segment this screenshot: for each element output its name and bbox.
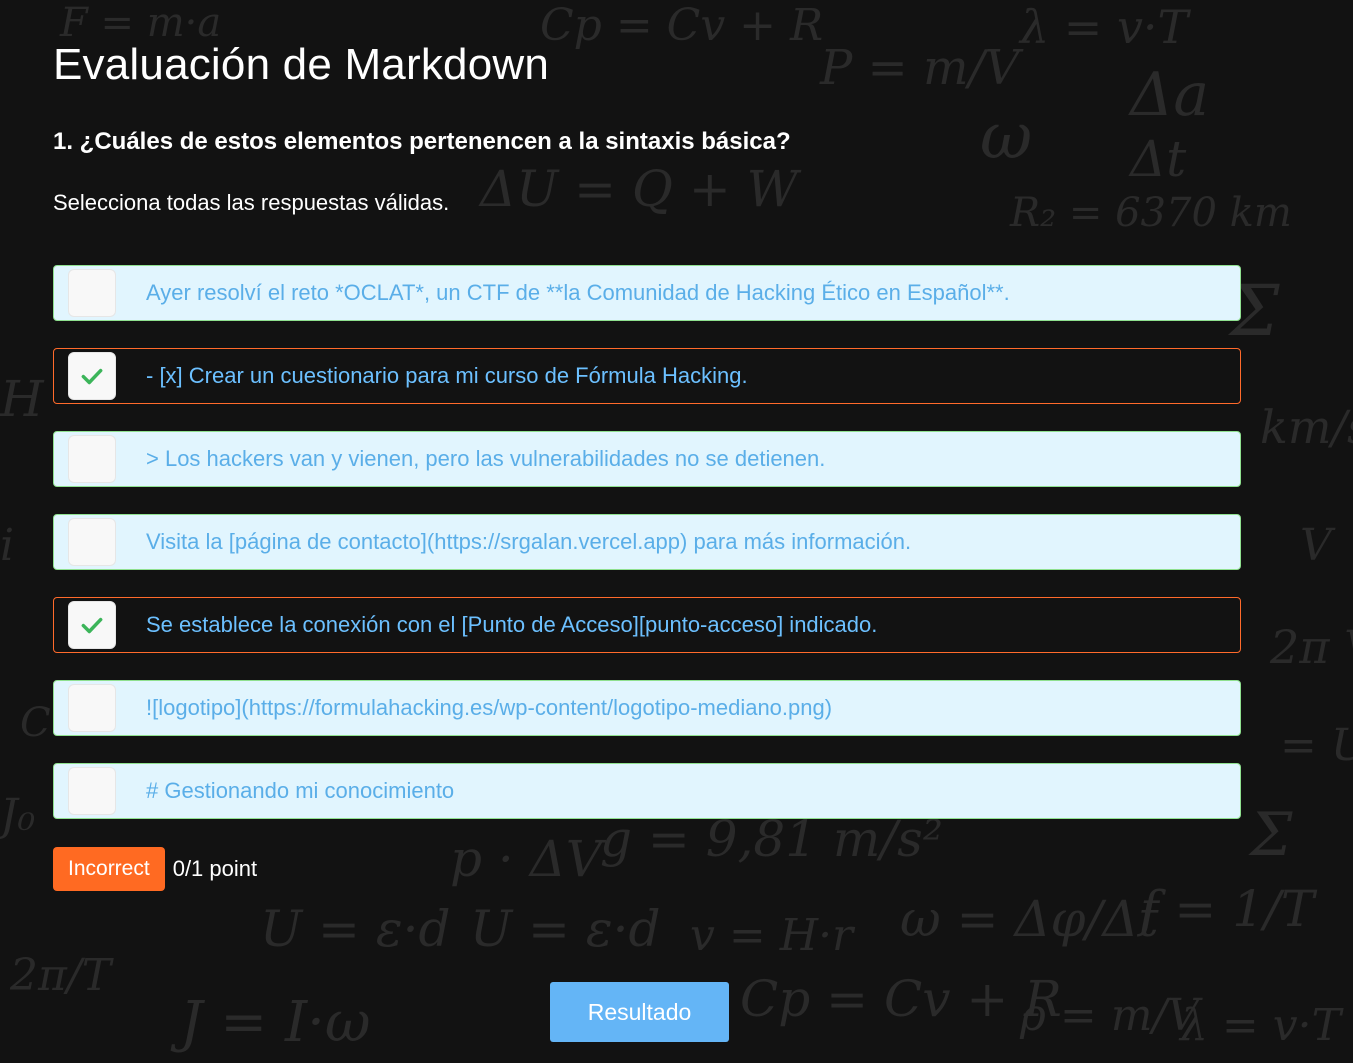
score-text: 0/1 point xyxy=(172,856,258,881)
option-item[interactable]: # Gestionando mi conocimiento xyxy=(53,763,1241,819)
option-item[interactable]: Se establece la conexión con el [Punto d… xyxy=(53,597,1241,653)
option-item[interactable]: Visita la [página de contacto](https://s… xyxy=(53,514,1241,570)
options-list: Ayer resolví el reto *OCLAT*, un CTF de … xyxy=(53,265,1241,846)
option-checkbox[interactable] xyxy=(68,767,116,815)
option-label: - [x] Crear un cuestionario para mi curs… xyxy=(146,363,748,388)
option-label: Se establece la conexión con el [Punto d… xyxy=(146,612,878,637)
option-item[interactable]: > Los hackers van y vienen, pero las vul… xyxy=(53,431,1241,487)
option-label: > Los hackers van y vienen, pero las vul… xyxy=(146,446,826,471)
page-title: Evaluación de Markdown xyxy=(53,40,550,89)
question-hint: Selecciona todas las respuestas válidas. xyxy=(53,190,450,215)
result-button[interactable]: Resultado xyxy=(550,982,729,1042)
option-checkbox[interactable] xyxy=(68,435,116,483)
option-item[interactable]: - [x] Crear un cuestionario para mi curs… xyxy=(53,348,1241,404)
option-label: ![logotipo](https://formulahacking.es/wp… xyxy=(146,695,833,720)
option-item[interactable]: ![logotipo](https://formulahacking.es/wp… xyxy=(53,680,1241,736)
option-checkbox[interactable] xyxy=(68,269,116,317)
option-checkbox[interactable] xyxy=(68,684,116,732)
incorrect-badge: Incorrect xyxy=(53,847,165,891)
option-checkbox[interactable] xyxy=(68,601,116,649)
option-label: # Gestionando mi conocimiento xyxy=(146,778,455,803)
check-icon xyxy=(81,617,103,634)
feedback-row: Incorrect 0/1 point xyxy=(53,847,257,891)
option-label: Ayer resolví el reto *OCLAT*, un CTF de … xyxy=(146,280,1010,305)
check-icon xyxy=(81,368,103,385)
option-item[interactable]: Ayer resolví el reto *OCLAT*, un CTF de … xyxy=(53,265,1241,321)
question-text: 1. ¿Cuáles de estos elementos pertenence… xyxy=(53,128,791,155)
option-checkbox[interactable] xyxy=(68,352,116,400)
option-checkbox[interactable] xyxy=(68,518,116,566)
option-label: Visita la [página de contacto](https://s… xyxy=(146,529,912,554)
